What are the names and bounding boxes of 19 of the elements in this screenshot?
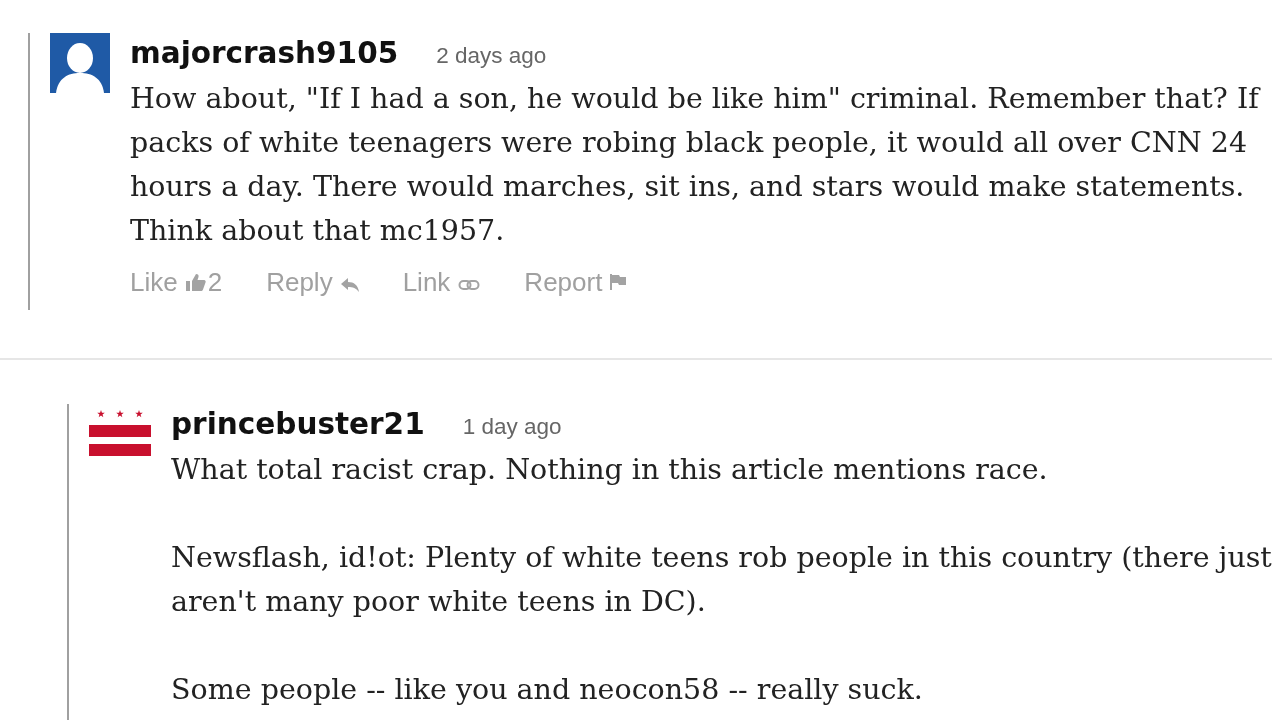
report-button[interactable]: Report <box>524 266 627 298</box>
timestamp: 2 days ago <box>436 42 547 70</box>
like-count: 2 <box>207 266 223 298</box>
flag-icon <box>610 274 627 290</box>
comment-text: Newsflash, id!ot: Plenty of white teens rob people in this country (there just aren't many poor white teens in DC). <box>171 540 1273 620</box>
reply-arrow-icon <box>340 278 359 292</box>
comment-text: How about, "If I had a son, he would be like him" criminal. Remember that? If packs of white teenagers were robing black people, it would all over CNN 24 hours a day. There would marches, sit ins, and stars would make statements. Think about that mc1957. <box>130 81 1262 249</box>
reply-button[interactable]: Reply <box>266 266 359 298</box>
silhouette-avatar-icon <box>50 33 110 93</box>
flag-avatar-icon <box>89 409 151 457</box>
comment-text: What total racist crap. Nothing in this article mentions race. <box>171 452 1049 488</box>
username[interactable]: princebuster21 <box>171 404 425 444</box>
link-button[interactable]: Link <box>402 266 481 298</box>
comment-text: Some people -- like you and neocon58 -- really suck. <box>171 672 924 708</box>
like-button[interactable]: Like <box>130 266 206 298</box>
username[interactable]: majorcrash9105 <box>130 33 399 73</box>
timestamp: 1 day ago <box>462 413 562 441</box>
thumbs-up-icon <box>185 273 206 291</box>
chain-link-icon <box>458 279 481 291</box>
